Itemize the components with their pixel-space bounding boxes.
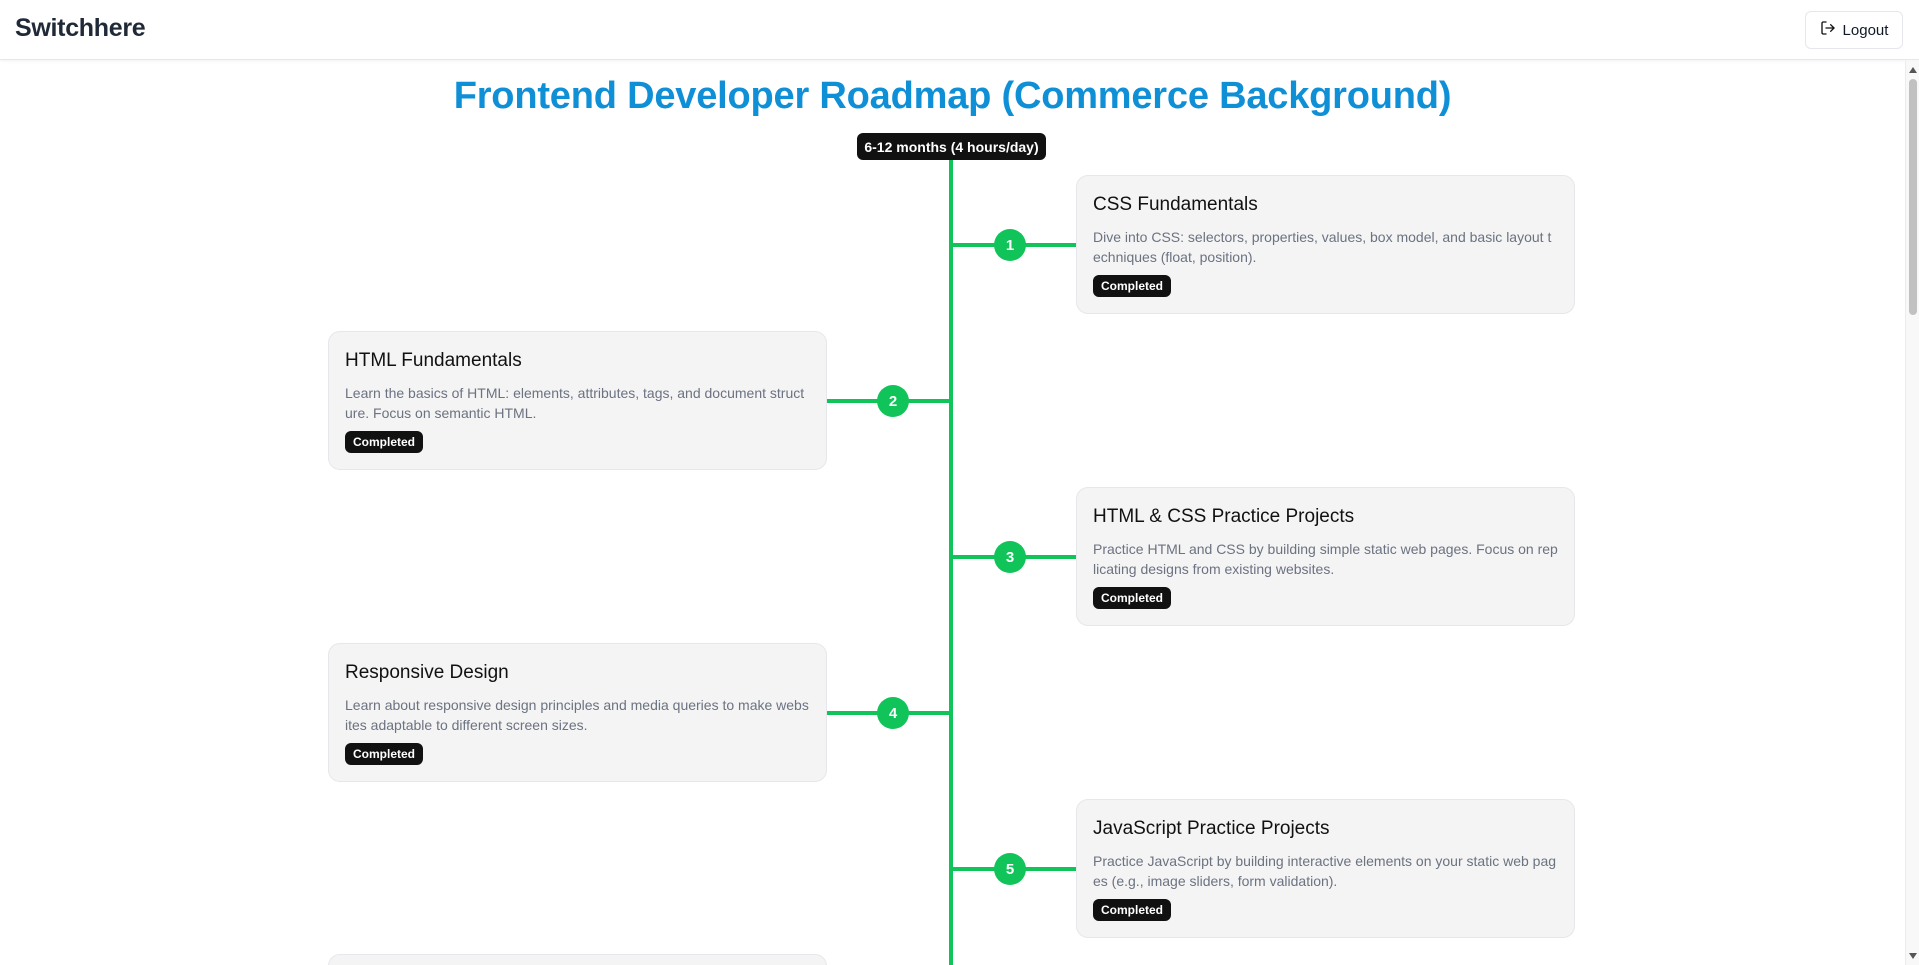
scroll-up-arrow-icon[interactable] [1909,67,1917,73]
step-description: Dive into CSS: selectors, properties, va… [1093,229,1552,265]
step-card[interactable]: CSS Fundamentals Dive into CSS: selector… [1076,175,1575,314]
scrollbar-thumb[interactable] [1909,79,1917,315]
step-description: Practice HTML and CSS by building simple… [1093,541,1558,577]
duration-badge: 6-12 months (4 hours/day) [857,133,1046,160]
step-title: CSS Fundamentals [1093,194,1258,215]
brand-logo[interactable]: Switchhere [15,14,146,43]
top-header: Switchhere Logout [0,0,1919,60]
step-card[interactable] [328,954,827,965]
step-number-node: 3 [994,541,1026,573]
step-description: Learn about responsive design principles… [345,697,809,733]
page-title: Frontend Developer Roadmap (Commerce Bac… [453,75,1452,117]
roadmap-content[interactable]: Frontend Developer Roadmap (Commerce Bac… [0,61,1905,965]
step-title: JavaScript Practice Projects [1093,818,1330,839]
scroll-down-arrow-icon[interactable] [1909,953,1917,959]
step-card[interactable]: HTML & CSS Practice Projects Practice HT… [1076,487,1575,626]
step-card[interactable]: Responsive Design Learn about responsive… [328,643,827,782]
status-badge: Completed [1093,275,1172,297]
logout-icon [1820,20,1836,40]
step-title: HTML Fundamentals [345,350,522,371]
status-badge: Completed [1093,587,1172,609]
step-title: Responsive Design [345,662,509,683]
step-number-node: 5 [994,853,1026,885]
logout-label: Logout [1842,21,1889,39]
step-number-node: 1 [994,229,1026,261]
step-card[interactable]: JavaScript Practice Projects Practice Ja… [1076,799,1575,938]
step-description: Learn the basics of HTML: elements, attr… [345,385,805,421]
timeline-line [949,160,953,965]
step-title: HTML & CSS Practice Projects [1093,506,1355,527]
status-badge: Completed [345,743,424,765]
step-number-node: 4 [877,697,909,729]
step-description: Practice JavaScript by building interact… [1093,853,1557,889]
status-badge: Completed [345,431,424,453]
vertical-scrollbar[interactable] [1905,61,1919,965]
step-card[interactable]: HTML Fundamentals Learn the basics of HT… [328,331,827,470]
step-number-node: 2 [877,385,909,417]
logout-button[interactable]: Logout [1805,11,1903,49]
status-badge: Completed [1093,899,1172,921]
